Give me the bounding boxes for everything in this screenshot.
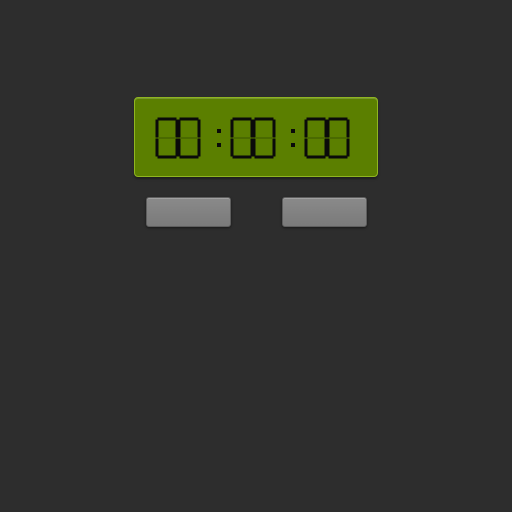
lcd-digit (155, 117, 179, 159)
lcd-digit (177, 117, 201, 159)
lcd-digits (155, 117, 350, 159)
lcd-digit (304, 117, 328, 159)
right-control-button[interactable] (282, 197, 367, 227)
lcd-display: 00:00:00 (134, 97, 378, 177)
lcd-digit (252, 117, 276, 159)
colon-dot (291, 129, 295, 133)
colon-dot (217, 129, 221, 133)
stopwatch-app: 00:00:00 (0, 0, 512, 512)
left-control-button[interactable] (146, 197, 231, 227)
colon-dot (217, 143, 221, 147)
colon-dot (291, 143, 295, 147)
lcd-digit (326, 117, 350, 159)
lcd-digit (230, 117, 254, 159)
